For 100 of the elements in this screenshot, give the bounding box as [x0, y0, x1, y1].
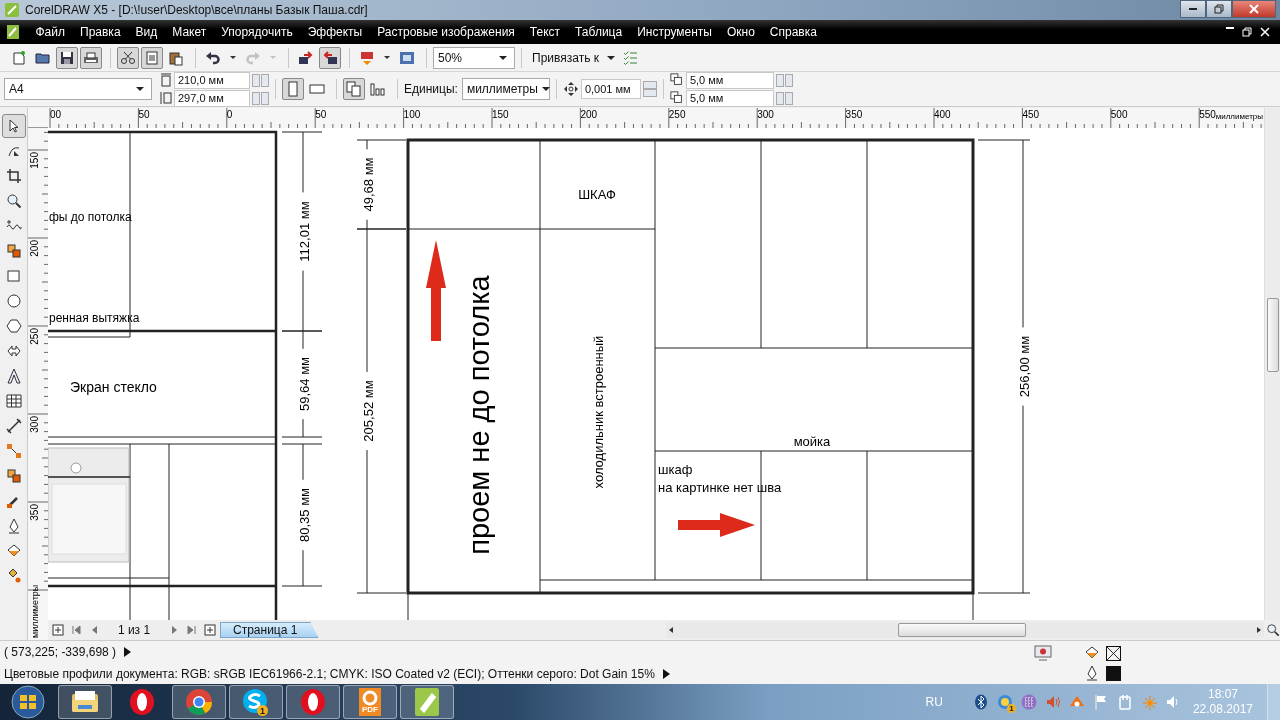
ruler-label: 400 — [934, 109, 951, 120]
plan-label: фы до потолка — [49, 210, 132, 224]
rectangle-icon — [5, 268, 22, 284]
menu-item[interactable]: Справка — [762, 21, 825, 43]
menu-item[interactable]: Вид — [128, 21, 165, 43]
window-title: CorelDRAW X5 - [D:\!user\Desktop\все\планы Базык Паша.cdr] — [25, 3, 369, 17]
new-document-icon — [11, 49, 27, 66]
snap-dropdown[interactable]: Привязать к — [528, 46, 619, 69]
taskbar-app-button[interactable] — [58, 685, 112, 719]
printer-button[interactable] — [80, 46, 102, 69]
ellipse-icon — [5, 293, 22, 309]
blend-icon — [5, 468, 22, 484]
height-icon — [160, 91, 172, 105]
menu-item[interactable]: Эффекты — [300, 21, 370, 43]
menu-item[interactable]: Текст — [522, 21, 568, 43]
ruler-label: 350 — [29, 504, 40, 521]
menu-item[interactable]: Инструменты — [629, 21, 720, 43]
dimension-label: 49,68 мм — [360, 157, 376, 212]
ruler-unit: миллиметры — [30, 584, 40, 638]
page-tab[interactable]: Страница 1 — [220, 622, 319, 638]
shape-icon — [5, 343, 22, 359]
crop-icon — [5, 168, 22, 184]
menu-item[interactable]: Макет — [164, 21, 214, 43]
ruler-label: 150 — [492, 109, 509, 120]
dimension-label: 80,35 мм — [296, 488, 312, 542]
zoom-icon[interactable] — [1266, 623, 1280, 637]
plan-label: ренная вытяжка — [49, 311, 140, 325]
triangle-icon[interactable] — [124, 647, 132, 657]
taskbar-app-button[interactable] — [400, 685, 454, 719]
zoom-level-dropdown[interactable]: 50% — [433, 46, 515, 69]
scrollbar-thumb[interactable] — [898, 623, 1026, 637]
scissors-button[interactable] — [117, 46, 139, 69]
menu-item[interactable]: Правка — [72, 21, 129, 43]
portrait-button[interactable] — [282, 78, 304, 100]
previous-page-icon — [91, 626, 97, 634]
plan-note: на картинке нет шва — [658, 480, 782, 495]
pen-nib-icon — [1084, 665, 1100, 681]
taskbar-app-button[interactable]: 1 — [229, 685, 283, 719]
dimension-label: 256,00 мм — [1016, 335, 1032, 398]
bluetooth-icon[interactable] — [972, 694, 989, 710]
caret-icon — [541, 87, 550, 91]
triangle-icon[interactable] — [662, 669, 670, 679]
close-button[interactable] — [1258, 27, 1272, 37]
restore-button[interactable] — [1240, 27, 1254, 37]
text-tool-icon — [5, 368, 22, 384]
page-size-dropdown[interactable]: A4 — [4, 78, 152, 100]
ruler-label: 50 — [315, 109, 327, 120]
window-icon — [399, 49, 415, 66]
copy-button[interactable] — [141, 46, 163, 69]
height-field[interactable]: 297,0 мм — [174, 89, 250, 107]
units-dropdown[interactable]: миллиметры — [461, 78, 550, 100]
ruler-label: 550 — [1199, 109, 1216, 120]
document-icon[interactable] — [6, 24, 20, 40]
add-page-button[interactable] — [202, 622, 218, 638]
pointer-tool[interactable] — [1, 114, 26, 138]
menu-item[interactable]: Таблица — [567, 21, 630, 43]
menu-item[interactable]: Растровые изображения — [369, 21, 523, 43]
import-icon — [298, 49, 314, 66]
duplicate-y-field[interactable]: 5,0 мм — [685, 89, 774, 107]
restore-button[interactable] — [1206, 0, 1232, 18]
ruler-label: 300 — [757, 109, 774, 120]
add-page-icon — [52, 624, 64, 636]
caret-icon — [499, 55, 507, 60]
menu-item[interactable]: Окно — [719, 21, 763, 43]
plan-note: шкаф — [658, 462, 693, 477]
nudge-field[interactable]: 0,001 мм — [580, 79, 641, 99]
ruler-label: 450 — [1022, 109, 1040, 120]
menu-item[interactable]: Упорядочить — [213, 21, 301, 43]
monitor-icon[interactable] — [1034, 645, 1052, 661]
minimize-button[interactable] — [1180, 0, 1206, 18]
no-fill-swatch[interactable] — [1106, 645, 1121, 661]
taskbar-app-button[interactable] — [286, 685, 340, 719]
windows-logo-icon — [10, 684, 46, 720]
notification-badge: 1 — [257, 705, 268, 716]
export-button[interactable] — [319, 46, 341, 69]
horizontal-scrollbar[interactable] — [666, 622, 1264, 638]
caret-icon — [230, 56, 236, 59]
caret-icon — [136, 87, 144, 91]
zoom-icon — [5, 193, 22, 209]
ruler-corner[interactable] — [28, 108, 48, 128]
all-pages-button[interactable] — [343, 78, 365, 100]
last-page-icon — [187, 625, 197, 635]
add-page-button[interactable] — [50, 622, 66, 638]
page-bars-icon — [370, 81, 386, 97]
outline-swatch[interactable] — [1106, 665, 1121, 681]
plan-label: ШКАФ — [578, 187, 616, 202]
save-button[interactable] — [56, 46, 78, 69]
ruler-label: 200 — [580, 109, 598, 120]
caret-icon — [270, 56, 276, 59]
plan-label: Экран стекло — [70, 379, 157, 395]
undo-icon — [205, 49, 221, 66]
menu-item[interactable]: Файл — [28, 21, 73, 43]
table-icon — [5, 393, 22, 409]
polygon-icon — [5, 318, 22, 334]
ruler-label: 200 — [29, 240, 40, 257]
landscape-icon — [309, 81, 325, 97]
browser-logo-icon — [183, 686, 215, 718]
portrait-icon — [285, 81, 301, 97]
scrollbar-thumb[interactable] — [1267, 298, 1279, 372]
ruler-label: 100 — [403, 109, 421, 120]
